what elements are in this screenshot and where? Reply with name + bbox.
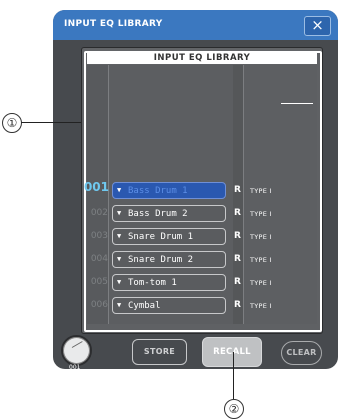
library-item-name: Tom-tom 1 — [128, 278, 177, 288]
callout-2-leader — [233, 352, 234, 399]
dropdown-arrow-icon: ▼ — [117, 301, 122, 309]
window-title: INPUT EQ LIBRARY — [64, 19, 163, 29]
read-only-flag: R — [234, 277, 241, 287]
callout-2: ② — [224, 399, 244, 419]
rotary-knob-icon[interactable] — [61, 335, 92, 366]
scroll-position-indicator — [281, 103, 313, 104]
row-number: 006 — [90, 300, 108, 310]
dropdown-arrow-icon: ▼ — [117, 255, 122, 263]
eq-type-label: TYPE I — [250, 210, 272, 218]
library-item-name: Snare Drum 1 — [128, 232, 194, 242]
library-item-name: Bass Drum 2 — [128, 209, 188, 219]
callout-1-leader — [21, 122, 81, 123]
library-list-header: INPUT EQ LIBRARY — [87, 52, 317, 64]
library-item-name-button[interactable]: ▼ Snare Drum 1 — [112, 228, 226, 245]
knob-value: 001 — [69, 364, 81, 371]
read-only-flag: R — [234, 208, 241, 218]
library-item-name-button[interactable]: ▼ Bass Drum 2 — [112, 205, 226, 222]
read-only-flag: R — [234, 254, 241, 264]
row-number: 002 — [90, 208, 108, 218]
eq-type-label: TYPE I — [250, 233, 272, 241]
close-button[interactable]: × — [304, 16, 331, 36]
row-number: 005 — [90, 277, 108, 287]
row-number: 003 — [90, 231, 108, 241]
dropdown-arrow-icon: ▼ — [117, 232, 122, 240]
library-item-name: Snare Drum 2 — [128, 255, 194, 265]
dropdown-arrow-icon: ▼ — [117, 278, 122, 286]
read-only-flag: R — [234, 300, 241, 310]
eq-type-label: TYPE I — [250, 302, 272, 310]
eq-type-label: TYPE I — [250, 256, 272, 264]
read-only-flag: R — [234, 231, 241, 241]
library-item-name-button[interactable]: ▼ Snare Drum 2 — [112, 251, 226, 268]
dropdown-arrow-icon: ▼ — [117, 186, 122, 194]
read-only-flag: R — [234, 185, 241, 195]
library-item-name: Cymbal — [128, 301, 161, 311]
close-icon: × — [311, 16, 324, 34]
eq-type-label: TYPE I — [250, 187, 272, 195]
library-item-name-button[interactable]: ▼ Tom-tom 1 — [112, 274, 226, 291]
eq-type-label: TYPE I — [250, 279, 272, 287]
library-item-name: Bass Drum 1 — [128, 186, 188, 196]
column-divider — [243, 65, 244, 324]
column-divider — [108, 65, 109, 324]
library-item-name-button[interactable]: ▼ Cymbal — [112, 297, 226, 314]
row-number: 004 — [90, 254, 108, 264]
store-button[interactable]: STORE — [132, 339, 187, 365]
clear-button[interactable]: CLEAR — [281, 341, 322, 365]
callout-1: ① — [2, 113, 22, 133]
row-number: 001 — [83, 180, 109, 194]
library-item-name-button[interactable]: ▼ Bass Drum 1 — [112, 182, 226, 199]
recall-button[interactable]: RECALL — [202, 337, 262, 367]
dropdown-arrow-icon: ▼ — [117, 209, 122, 217]
